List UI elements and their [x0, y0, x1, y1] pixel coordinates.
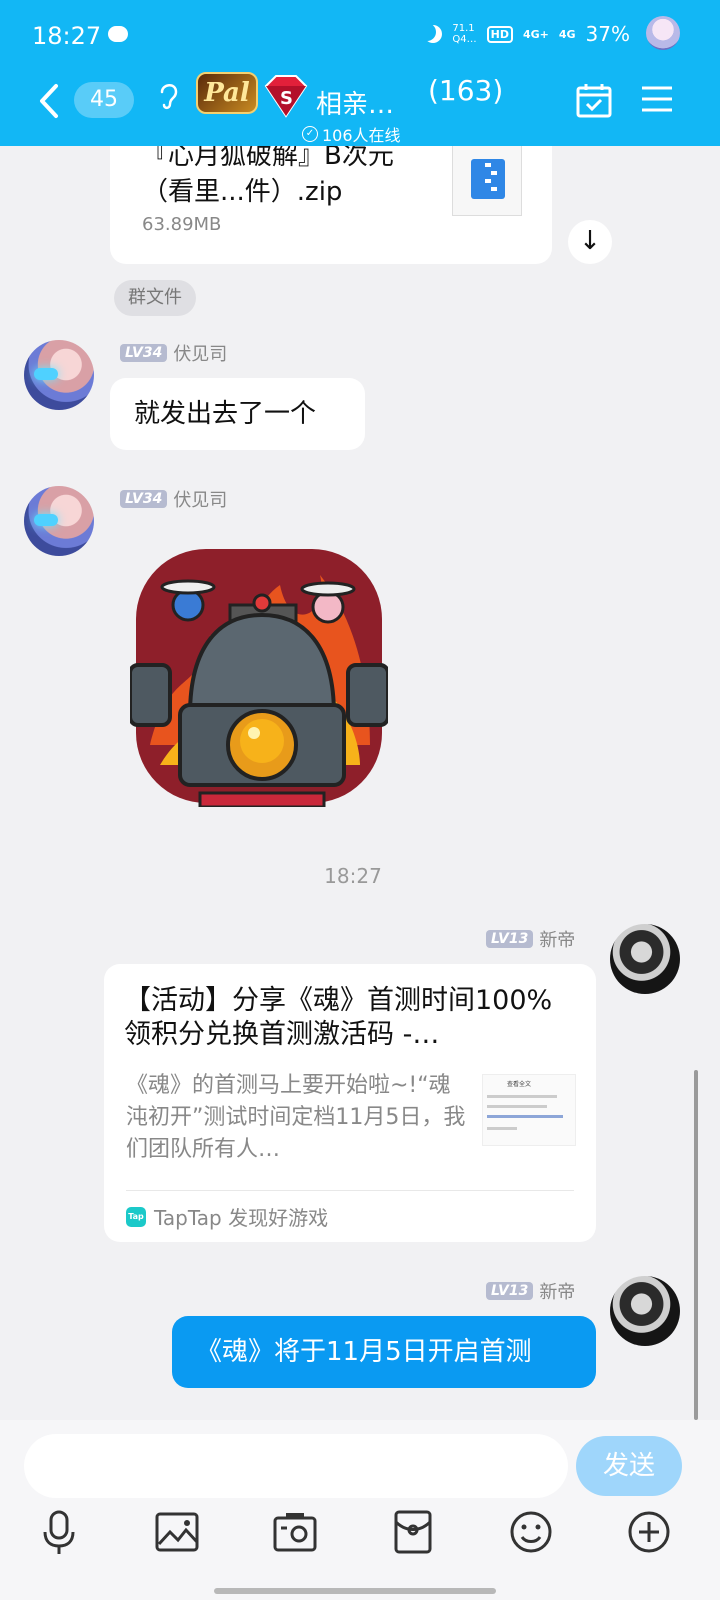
- zip-stripe: [491, 187, 497, 191]
- sender-row: LV13 新帝: [486, 1278, 575, 1304]
- calendar-check-icon[interactable]: [576, 82, 612, 118]
- diamond-badge-icon: S: [264, 75, 308, 118]
- net-speed-value: 71.1: [452, 23, 475, 34]
- sender-row: LV34 伏见司: [120, 340, 227, 366]
- chat-header: 45 Pal S 相亲… (163) ✓ 106人在线: [0, 72, 720, 146]
- avatar[interactable]: [610, 1276, 680, 1346]
- ear-icon[interactable]: [156, 78, 182, 112]
- thumbnail-line: [487, 1105, 547, 1108]
- message-input[interactable]: [24, 1434, 568, 1498]
- thumbnail-line: [487, 1095, 557, 1098]
- message-bubble[interactable]: 就发出去了一个: [110, 378, 365, 450]
- avatar[interactable]: [24, 340, 94, 410]
- status-indicators: 71.1 Q4… HD 4G+ 4G 37%: [424, 22, 676, 46]
- voice-button[interactable]: [36, 1508, 82, 1556]
- level-badge: LV34: [120, 344, 168, 362]
- group-level-badge: Pal: [196, 72, 258, 114]
- microphone-icon: [43, 1510, 75, 1554]
- card-divider: [126, 1190, 574, 1191]
- share-thumbnail: 查看全文: [482, 1074, 576, 1146]
- zip-stripe: [485, 179, 491, 183]
- sender-name[interactable]: 新帝: [539, 926, 575, 952]
- share-source: Tap TapTap 发现好游戏: [126, 1202, 328, 1231]
- battery-level: 37%: [585, 22, 630, 46]
- camera-icon: [273, 1513, 317, 1552]
- more-button[interactable]: [626, 1508, 672, 1556]
- member-count[interactable]: (163): [428, 74, 503, 107]
- home-indicator[interactable]: [214, 1588, 496, 1594]
- do-not-disturb-icon: [424, 25, 442, 43]
- download-button[interactable]: ↓: [568, 220, 612, 264]
- checkmark-icon: ✓: [302, 126, 318, 142]
- status-avatar-icon: [646, 16, 680, 50]
- red-packet-button[interactable]: [390, 1508, 436, 1556]
- image-icon: [155, 1512, 199, 1552]
- file-size: 63.89MB: [142, 214, 222, 235]
- sender-row: LV13 新帝: [486, 926, 575, 952]
- message-timestamp: 18:27: [324, 864, 382, 888]
- group-files-tag[interactable]: 群文件: [114, 280, 196, 316]
- thumbnail-title: 查看全文: [507, 1081, 532, 1088]
- signal-4g-plus-icon: 4G+: [522, 27, 549, 41]
- chevron-left-icon: [40, 84, 58, 118]
- top-bar: 18:27 71.1 Q4… HD 4G+ 4G 37% 45 Pal S 相亲…: [0, 0, 720, 146]
- message-notification-icon: [108, 26, 128, 42]
- sender-name[interactable]: 新帝: [539, 1278, 575, 1304]
- avatar[interactable]: [610, 924, 680, 994]
- share-title: 【活动】分享《魂》首测时间100%领积分兑换首测激活码 -…: [124, 985, 553, 1050]
- thumbnail-line: [487, 1127, 517, 1130]
- sender-name[interactable]: 伏见司: [173, 340, 227, 366]
- online-count: 106人在线: [322, 126, 401, 145]
- file-name: 『心月狐破解』B次元（看里...件）.zip: [142, 141, 394, 207]
- share-description: 《魂》的首测马上要开始啦~!“魂沌初开”测试时间定档11月5日，我们团队所有人…: [126, 1073, 466, 1162]
- zip-icon: [471, 159, 505, 199]
- plus-circle-icon: [628, 1511, 670, 1553]
- hd-voice-icon: HD: [486, 25, 513, 43]
- back-button[interactable]: [36, 82, 64, 120]
- scrollbar[interactable]: [694, 1070, 698, 1420]
- smiley-icon: [510, 1511, 552, 1553]
- unread-count-badge[interactable]: 45: [74, 82, 134, 118]
- level-badge: LV13: [486, 1282, 534, 1300]
- zip-stripe: [485, 163, 491, 167]
- level-badge: LV13: [486, 930, 534, 948]
- zip-file-icon: [452, 144, 522, 216]
- sender-name[interactable]: 伏见司: [173, 486, 227, 512]
- online-status: ✓ 106人在线: [302, 122, 401, 146]
- net-speed-unit: Q4…: [452, 34, 477, 45]
- arrow-down-icon: ↓: [579, 226, 601, 256]
- send-button[interactable]: 发送: [576, 1436, 682, 1496]
- group-name[interactable]: 相亲…: [316, 84, 394, 121]
- thumbnail-line: [487, 1115, 563, 1118]
- message-bubble[interactable]: 《魂》将于11月5日开启首测: [172, 1316, 596, 1388]
- status-time: 18:27: [32, 22, 102, 50]
- emoji-button[interactable]: [508, 1508, 554, 1556]
- svg-text:S: S: [280, 88, 293, 109]
- taptap-icon: Tap: [126, 1206, 146, 1227]
- robot-sticker[interactable]: [130, 545, 388, 807]
- camera-button[interactable]: [272, 1508, 318, 1556]
- signal-4g-icon: 4G: [558, 27, 576, 41]
- share-link-card[interactable]: 【活动】分享《魂》首测时间100%领积分兑换首测激活码 -… 《魂》的首测马上要…: [104, 964, 596, 1242]
- input-area: 发送: [0, 1420, 720, 1600]
- network-speed: 71.1 Q4…: [452, 23, 476, 45]
- zip-stripe: [491, 171, 497, 175]
- level-badge: LV34: [120, 490, 168, 508]
- menu-icon[interactable]: [640, 84, 674, 114]
- sender-row: LV34 伏见司: [120, 486, 227, 512]
- red-packet-icon: [394, 1510, 432, 1554]
- image-button[interactable]: [154, 1508, 200, 1556]
- input-toolbar: [0, 1508, 720, 1578]
- avatar[interactable]: [24, 486, 94, 556]
- status-bar: 18:27 71.1 Q4… HD 4G+ 4G 37%: [0, 0, 720, 72]
- share-source-label: TapTap 发现好游戏: [154, 1206, 329, 1230]
